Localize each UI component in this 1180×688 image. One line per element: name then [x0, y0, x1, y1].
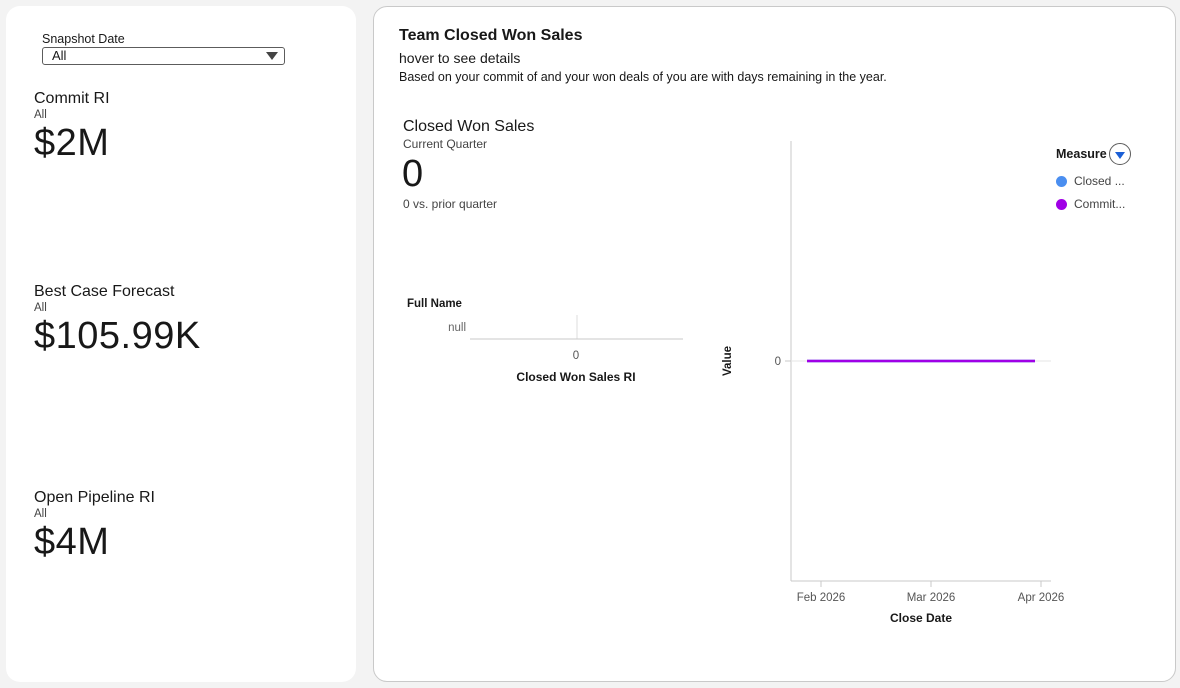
x-tick-label: Feb 2026 [797, 592, 846, 604]
y-axis-header: Full Name [407, 298, 462, 310]
closed-won-vs-prior: 0 vs. prior quarter [403, 197, 498, 211]
metric-filter: All [34, 302, 47, 314]
commit-summary-text: Based on your commit of and your won dea… [399, 70, 887, 84]
metric-best-case-forecast: Best Case Forecast All $105.99K [34, 283, 201, 356]
closed-won-by-name-chart[interactable]: Full Name null 0 Closed Won Sales RI [374, 287, 714, 397]
x-axis-title: Closed Won Sales RI [516, 370, 635, 384]
metric-title: Open Pipeline RI [34, 489, 155, 506]
snapshot-date-value: All [52, 48, 67, 63]
metric-open-pipeline-ri: Open Pipeline RI All $4M [34, 489, 155, 562]
legend-title: Measure [1056, 147, 1107, 161]
closed-won-title: Closed Won Sales [403, 118, 535, 135]
y-axis-title: Value [722, 346, 734, 376]
x-axis-title: Close Date [890, 611, 952, 625]
legend-item-commit[interactable]: Commit... [1056, 197, 1166, 211]
team-closed-won-panel: Team Closed Won Sales hover to see detai… [373, 6, 1176, 682]
metric-filter: All [34, 109, 47, 121]
metric-title: Best Case Forecast [34, 283, 175, 300]
metric-value: $2M [34, 122, 110, 164]
x-tick-label: Mar 2026 [907, 592, 956, 604]
legend-dot-icon [1056, 198, 1067, 210]
closed-won-period: Current Quarter [403, 137, 488, 151]
panel-title: Team Closed Won Sales [399, 27, 583, 44]
filters-metrics-panel: Snapshot Date All Commit RI All $2M Best… [6, 6, 356, 682]
measure-legend: Measure Closed ... Commit... [1056, 143, 1166, 211]
x-tick-label: Apr 2026 [1018, 592, 1065, 604]
metric-value: $105.99K [34, 315, 201, 357]
legend-label: Commit... [1074, 197, 1126, 211]
category-label: null [448, 322, 466, 334]
metric-value: $4M [34, 521, 110, 563]
hover-hint: hover to see details [399, 50, 521, 66]
chevron-down-icon [266, 52, 278, 60]
closed-won-value: 0 [402, 153, 424, 195]
metric-commit-ri: Commit RI All $2M [34, 90, 110, 163]
x-tick-label: 0 [573, 350, 579, 362]
y-tick-label: 0 [775, 356, 781, 368]
metric-title: Commit RI [34, 90, 110, 107]
legend-dot-icon [1056, 175, 1067, 187]
legend-item-closed-won[interactable]: Closed ... [1056, 174, 1166, 188]
snapshot-date-select[interactable]: All [42, 47, 285, 65]
legend-menu-button[interactable] [1108, 143, 1131, 165]
chevron-down-icon [1114, 151, 1125, 159]
legend-header: Measure [1056, 143, 1166, 165]
metric-filter: All [34, 508, 47, 520]
snapshot-date-label: Snapshot Date [42, 32, 125, 46]
legend-label: Closed ... [1074, 174, 1125, 188]
